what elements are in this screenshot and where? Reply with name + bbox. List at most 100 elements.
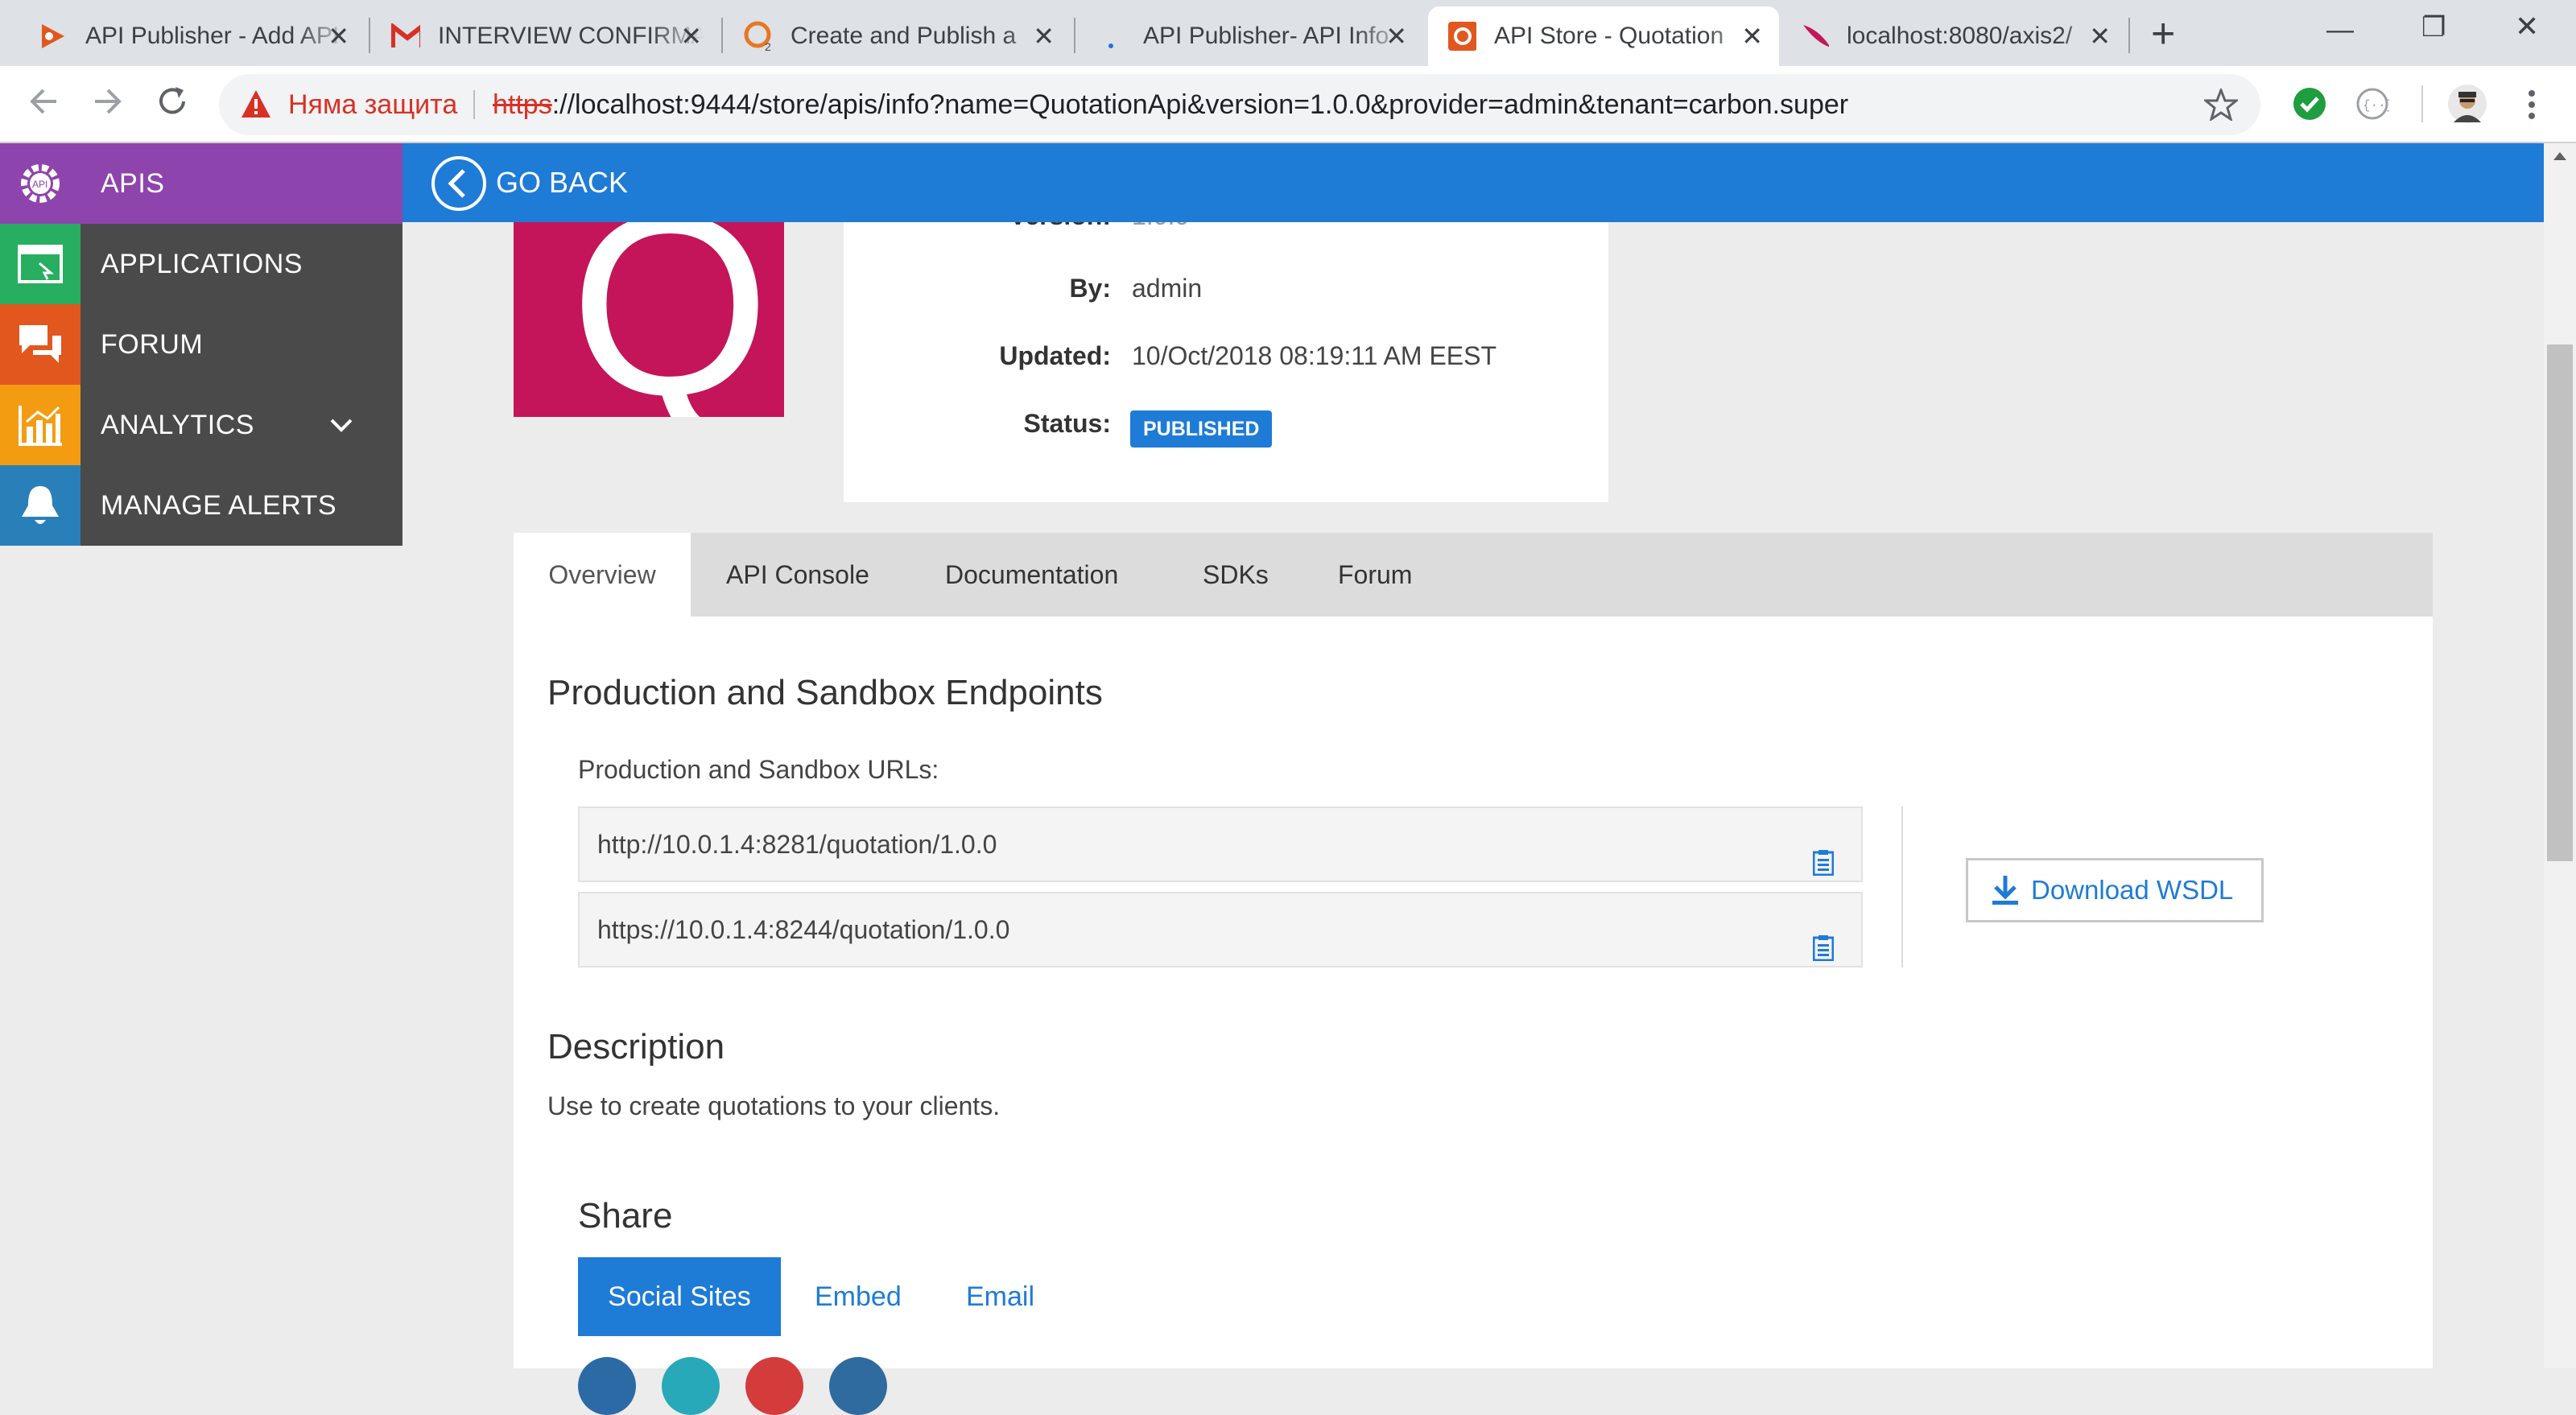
close-tab-icon[interactable]: ✕ [680,23,702,50]
endpoint-url-row: https://10.0.1.4:8244/quotation/1.0.0 [578,892,1863,967]
url-scheme: https [493,89,552,120]
download-wsdl-button[interactable]: Download WSDL [1966,858,2264,922]
go-back-icon[interactable] [430,155,488,217]
tab-separator [2128,18,2130,53]
scroll-up-arrow-icon[interactable] [2553,150,2566,164]
browser-tab[interactable]: INTERVIEW CONFIRMATION ✕ [372,6,718,66]
browser-tab[interactable]: API Publisher - Add API ✕ [19,6,365,66]
tab-sdks[interactable]: SDKs [1203,533,1269,617]
sidebar-item-analytics[interactable]: ANALYTICS [0,385,402,465]
sidebar-item-forum[interactable]: FORUM [0,304,402,385]
tab-separator [369,18,370,53]
close-tab-icon[interactable]: ✕ [328,23,349,50]
stackoverflow-icon: 2 [744,21,773,52]
minimize-button[interactable]: — [2326,14,2354,46]
close-tab-icon[interactable]: ✕ [1385,23,1407,50]
sidebar-item-manage-alerts[interactable]: MANAGE ALERTS [0,465,402,546]
reload-icon[interactable] [155,84,190,123]
omnibox-divider [473,90,475,119]
restore-button[interactable]: ❐ [2421,11,2446,43]
version-value: 1.0.0 [1132,222,1189,231]
version-label: Version: [869,222,1111,231]
sidebar-item-label: ANALYTICS [101,409,254,440]
browser-tab[interactable]: 2 Create and Publish a ✕ [724,6,1071,66]
share-tab-social-sites[interactable]: Social Sites [578,1257,781,1336]
download-wsdl-label: Download WSDL [2031,875,2234,905]
api-thumbnail-letter: Q [570,222,770,417]
download-icon [1991,874,2020,906]
endpoint-url-row: http://10.0.1.4:8281/quotation/1.0.0 [578,807,1863,882]
go-back-button[interactable]: GO BACK [496,166,628,200]
tab-separator [1074,18,1075,53]
sidebar-item-label: MANAGE ALERTS [101,489,337,521]
by-label: By: [1069,274,1111,303]
tab-forum[interactable]: Forum [1338,533,1412,617]
googleplus-share-icon[interactable] [745,1357,803,1415]
close-tab-icon[interactable]: ✕ [1741,23,1763,50]
share-tab-embed[interactable]: Embed [815,1257,902,1336]
copy-clipboard-icon[interactable] [1812,916,1835,962]
close-tab-icon[interactable]: ✕ [2089,23,2111,50]
endpoint-url[interactable]: http://10.0.1.4:8281/quotation/1.0.0 [597,830,997,859]
tab-title: API Store - Quotation [1494,23,1724,49]
url-path: ://localhost:9444/store/apis/info?name=Q… [551,89,1849,120]
svg-text:{··}: {··} [2363,98,2389,113]
bell-icon [0,465,80,546]
updated-label: Updated: [999,341,1111,370]
sidebar-item-apis[interactable]: API APIS [0,143,402,224]
forward-arrow-icon[interactable] [90,84,126,123]
url-text[interactable]: https://localhost:9444/store/apis/info?n… [493,74,1848,135]
tab-title: API Publisher - Add API [85,23,340,49]
endpoint-url[interactable]: https://10.0.1.4:8244/quotation/1.0.0 [597,915,1009,944]
updated-value: 10/Oct/2018 08:19:11 AM EEST [1132,341,1497,370]
gmail-icon [391,22,420,51]
copy-clipboard-icon[interactable] [1812,831,1835,877]
api-publisher-icon [39,22,68,51]
facebook-share-icon[interactable] [578,1357,636,1415]
security-label[interactable]: Няма защита [288,74,457,135]
address-bar[interactable]: Няма защита https://localhost:9444/store… [219,74,2260,135]
application-window-icon [0,224,80,304]
extension-check-icon[interactable] [2293,87,2326,125]
tab-title: localhost:8080/axis2/ [1847,23,2073,49]
svg-text:2: 2 [765,40,771,52]
sidebar-item-applications[interactable]: APPLICATIONS [0,224,402,304]
description-text: Use to create quotations to your clients… [547,1091,1001,1120]
browser-tab[interactable]: API Publisher- API Info ✕ [1077,6,1423,66]
api-info-panel: Version: 1.0.0 By: admin Updated: 10/Oct… [844,222,1608,502]
tab-separator [721,18,723,53]
close-tab-icon[interactable]: ✕ [1033,23,1055,50]
tab-title: Create and Publish a [791,23,1017,49]
twitter-share-icon[interactable] [662,1357,720,1415]
browser-tab[interactable]: localhost:8080/axis2/ ✕ [1781,6,2127,66]
tab-documentation[interactable]: Documentation [945,533,1118,617]
new-tab-button[interactable]: + [2151,11,2175,56]
sidebar-item-label: APIS [101,167,165,199]
chevron-down-icon[interactable] [327,415,356,439]
back-arrow-icon[interactable] [26,84,61,123]
browser-tab-bar: API Publisher - Add API ✕ INTERVIEW CONF… [0,0,2576,66]
endpoints-heading: Production and Sandbox Endpoints [547,673,1103,712]
window-close-button[interactable]: ✕ [2515,10,2539,43]
endpoints-sublabel: Production and Sandbox URLs: [578,755,939,784]
status-badge: PUBLISHED [1130,410,1273,448]
share-heading: Share [578,1196,673,1236]
warning-icon [240,89,272,123]
linkedin-share-icon[interactable] [829,1357,887,1415]
svg-text:API: API [32,179,47,190]
tab-api-console[interactable]: API Console [726,533,869,617]
tab-overview[interactable]: Overview [514,533,691,617]
extension-code-icon[interactable]: {··} [2355,87,2393,125]
profile-avatar[interactable] [2447,84,2487,128]
sidebar-item-label: APPLICATIONS [101,248,303,279]
status-label: Status: [1023,409,1111,438]
page-scrollbar-thumb[interactable] [2547,344,2573,861]
tab-title: INTERVIEW CONFIRMATION [438,23,704,49]
browser-menu-icon[interactable] [2520,87,2544,126]
toolbar-divider [2421,85,2423,122]
bookmark-star-icon[interactable] [2202,86,2240,125]
overview-panel [514,617,2433,1368]
tab-title: API Publisher- API Info [1143,23,1389,49]
share-tab-email[interactable]: Email [966,1257,1034,1336]
browser-tab-active[interactable]: API Store - Quotation ✕ [1428,6,1779,66]
